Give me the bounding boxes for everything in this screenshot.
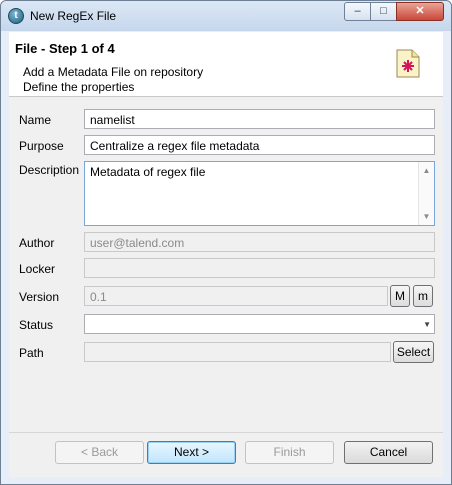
back-button[interactable]: < Back [55,441,144,464]
locker-field [84,258,435,278]
version-field: 0.1 [84,286,388,306]
name-field[interactable]: namelist [84,109,435,129]
author-field: user@talend.com [84,232,435,252]
wizard-description-line1: Add a Metadata File on repository [23,65,204,79]
new-regex-file-dialog: t New RegEx File – □ ✕ File - Step 1 of … [0,0,452,485]
title-bar[interactable]: t New RegEx File – □ ✕ [1,1,451,31]
purpose-label: Purpose [19,139,64,153]
locker-label: Locker [19,262,56,276]
wizard-step-title: File - Step 1 of 4 [15,41,115,56]
wizard-button-bar: < Back Next > Finish Cancel [9,433,443,477]
path-select-button[interactable]: Select [393,341,434,363]
description-label: Description [19,163,80,177]
scroll-down-icon[interactable]: ▼ [419,212,434,221]
description-scrollbar[interactable]: ▲ ▼ [418,162,434,225]
properties-form: Name namelist Purpose Centralize a regex… [9,97,443,433]
chevron-down-icon[interactable]: ▼ [423,320,431,329]
scroll-up-icon[interactable]: ▲ [419,166,434,175]
version-label: Version [19,290,60,304]
minimize-button[interactable]: – [344,2,371,21]
maximize-button[interactable]: □ [370,2,397,21]
name-label: Name [19,113,52,127]
path-label: Path [19,346,44,360]
author-label: Author [19,236,55,250]
close-button[interactable]: ✕ [396,2,444,21]
status-label: Status [19,318,54,332]
description-text: Metadata of regex file [90,165,206,179]
regex-file-icon [396,49,420,78]
next-button[interactable]: Next > [147,441,236,464]
path-field [84,342,391,362]
finish-button[interactable]: Finish [245,441,334,464]
major-version-button[interactable]: M [390,285,410,307]
purpose-field[interactable]: Centralize a regex file metadata [84,135,435,155]
status-select[interactable]: ▼ [84,314,435,334]
wizard-description-line2: Define the properties [23,80,135,94]
talend-app-icon: t [8,8,24,24]
cancel-button[interactable]: Cancel [344,441,433,464]
wizard-header: File - Step 1 of 4 Add a Metadata File o… [9,32,443,97]
minor-version-button[interactable]: m [413,285,433,307]
description-field[interactable]: Metadata of regex file ▲ ▼ [84,161,435,226]
window-title: New RegEx File [30,9,117,23]
